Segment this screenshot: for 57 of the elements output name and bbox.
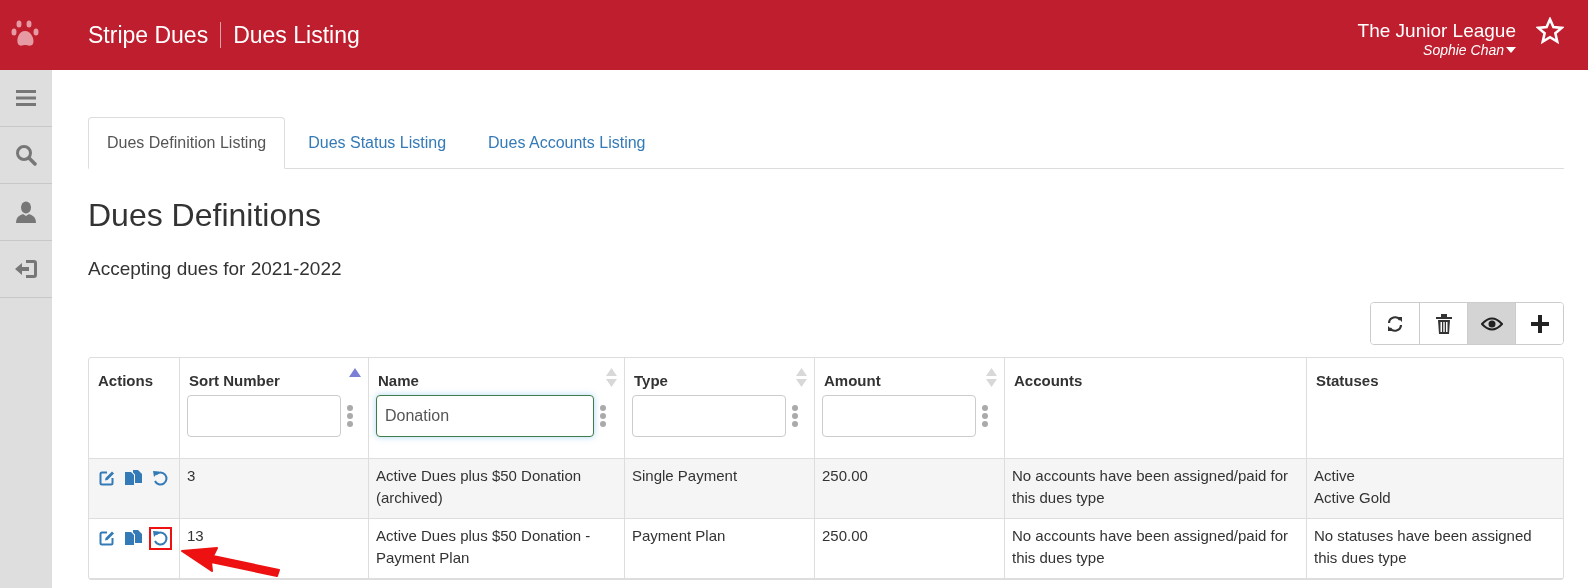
page-heading: Dues Definitions	[88, 197, 322, 234]
user-menu[interactable]: Sophie Chan	[1423, 42, 1516, 58]
filter-field[interactable]	[822, 395, 976, 437]
menu-icon	[16, 89, 36, 107]
copy-icon	[125, 530, 142, 547]
search-icon	[15, 144, 37, 166]
table-cell: 13	[187, 527, 204, 544]
plus-icon	[1530, 314, 1549, 333]
refresh-icon	[1386, 314, 1404, 333]
more-icon[interactable]	[792, 405, 798, 427]
column-header[interactable]: Type	[632, 370, 670, 389]
status-text: Active	[1314, 466, 1356, 486]
tab[interactable]: Dues Definition Listing	[88, 117, 286, 169]
user-icon	[15, 201, 37, 223]
caret-icon	[1506, 47, 1516, 53]
edit-icon	[99, 470, 115, 486]
page-title: Dues Listing	[233, 21, 360, 49]
column-header[interactable]: Actions	[96, 370, 155, 389]
status-text: No statuses have been assigned this dues type	[1314, 526, 1533, 568]
table-cell: Single Payment	[632, 467, 738, 484]
table-cell: 250.00	[822, 527, 868, 544]
table-cell: Payment Plan	[632, 527, 726, 544]
table-cell: Active Dues plus $50 Donation - Payment Plan	[376, 527, 591, 566]
add-button[interactable]	[1515, 303, 1563, 344]
table-cell: No accounts have been assigned/paid for this dues type	[1012, 467, 1289, 506]
star-icon[interactable]	[1536, 17, 1564, 45]
column-header[interactable]: Name	[376, 370, 421, 389]
eye-icon	[1480, 316, 1503, 331]
filter-field[interactable]	[187, 395, 341, 437]
more-icon[interactable]	[347, 405, 353, 427]
app-name[interactable]: Stripe Dues	[88, 21, 209, 49]
column-header[interactable]: Statuses	[1314, 370, 1381, 389]
restore-button[interactable]	[149, 527, 172, 550]
trash-icon	[1435, 313, 1452, 334]
subtitle: Accepting dues for 2021-2022	[88, 258, 343, 280]
column-header[interactable]: Sort Number	[187, 370, 282, 389]
organization-name: The Junior League	[1357, 20, 1516, 42]
table-cell: 3	[187, 467, 196, 484]
logout-icon	[14, 258, 38, 280]
undo-icon	[152, 530, 169, 547]
status-text: Active Gold	[1314, 488, 1392, 508]
copy-icon	[125, 470, 142, 487]
filter-field[interactable]: Donation	[376, 395, 594, 437]
view-button[interactable]	[1467, 303, 1515, 344]
table-cell: Active Dues plus $50 Donation (archived)	[376, 467, 582, 506]
tab[interactable]: Dues Accounts Listing	[469, 117, 665, 169]
edit-icon	[99, 530, 115, 546]
sort-ascending-icon[interactable]	[349, 368, 361, 377]
column-header[interactable]: Amount	[822, 370, 883, 389]
more-icon[interactable]	[600, 405, 606, 427]
table-cell: No accounts have been assigned/paid for this dues type	[1012, 527, 1289, 566]
tab[interactable]: Dues Status Listing	[289, 117, 466, 169]
undo-icon	[152, 470, 169, 487]
more-icon[interactable]	[982, 405, 988, 427]
column-header[interactable]: Accounts	[1012, 370, 1085, 389]
table-cell: 250.00	[822, 467, 868, 484]
filter-field[interactable]	[632, 395, 786, 437]
